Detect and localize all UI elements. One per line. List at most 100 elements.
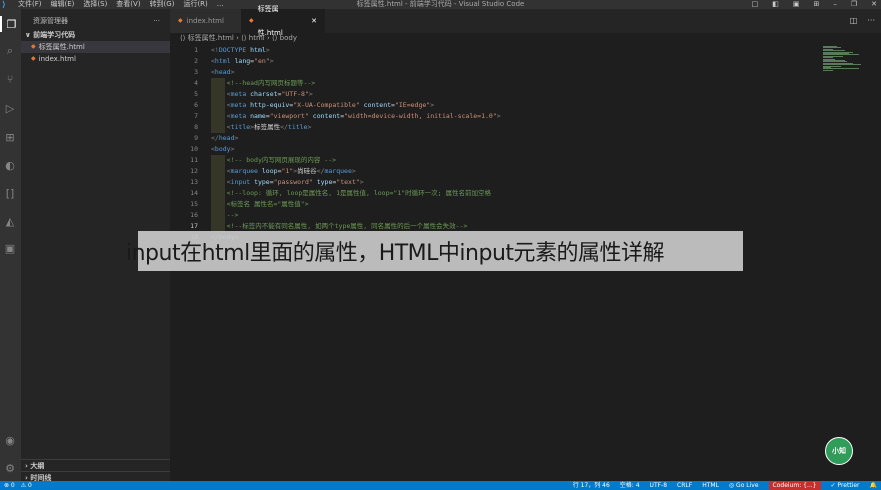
code-line[interactable]: 6 <meta http-equiv="X-UA-Compatible" con…: [170, 100, 830, 111]
status-item-8[interactable]: 🔔: [870, 481, 877, 490]
code-line[interactable]: 14 <!--loop: 循环, loop是属性名, 1是属性值, loop="…: [170, 188, 830, 199]
status-item-0[interactable]: 行 17，列 46: [573, 481, 610, 490]
window-control-2[interactable]: ▣: [793, 0, 800, 9]
window-control-1[interactable]: ◧: [772, 0, 779, 9]
html-file-icon: ◆: [31, 43, 36, 50]
code-token: >: [265, 46, 270, 54]
line-number: 10: [190, 145, 198, 153]
status-item-7[interactable]: ✓ Prettier: [831, 481, 860, 490]
line-number: 15: [190, 200, 198, 208]
search-icon[interactable]: ⌕: [2, 43, 18, 59]
code-line[interactable]: 16 -->: [170, 210, 830, 221]
status-right: 行 17，列 46 空格: 4 UTF-8 CRLF HTML ◎ Go Live Code…: [573, 481, 877, 490]
line-number: 16: [190, 211, 198, 219]
window-controls: □ ◧ ▣ ⊞ – ❐ ✕: [752, 0, 877, 9]
code-text: <!-- body内写网页展现的内容 -->: [211, 155, 336, 166]
mascot-avatar[interactable]: 小知: [825, 437, 853, 465]
docker-icon[interactable]: ◭: [2, 213, 18, 229]
code-token: <标签名 属性名="属性值">: [211, 200, 309, 208]
run-debug-icon[interactable]: ▷: [2, 100, 18, 116]
code-text: <meta name="viewport" content="width=dev…: [211, 111, 501, 122]
code-line[interactable]: 2 <html lang="en">: [170, 56, 830, 67]
breadcrumb[interactable]: ⟨⟩ 标签属性.html › ⟨⟩ html › ⟨⟩ body: [170, 33, 881, 44]
status-item-3[interactable]: CRLF: [677, 481, 692, 490]
status-item-6[interactable]: Codeium: {...}: [768, 481, 821, 490]
more-icon[interactable]: ···: [867, 9, 875, 33]
close-icon[interactable]: ✕: [311, 9, 317, 33]
code-text: <!--head内写网页标题等-->: [211, 78, 316, 89]
window-control-3[interactable]: ⊞: [813, 0, 819, 9]
edge-icon[interactable]: ◐: [2, 157, 18, 173]
line-number: 11: [190, 156, 198, 164]
line-number: 2: [194, 57, 198, 65]
split-editor-icon[interactable]: ◫: [850, 9, 858, 33]
window-control-5[interactable]: ❐: [851, 0, 857, 9]
status-problems-0[interactable]: ⊗ 0: [4, 481, 15, 490]
line-number: 1: [194, 46, 198, 54]
window-title: 标签属性.html - 前端学习代码 - Visual Studio Code: [356, 0, 525, 8]
terminal-icon[interactable]: ▣: [2, 240, 18, 256]
source-control-icon[interactable]: ⑂: [2, 71, 18, 87]
line-number: 13: [190, 178, 198, 186]
window-control-4[interactable]: –: [833, 0, 837, 9]
explorer-icon[interactable]: ❐: [0, 16, 21, 32]
code-token: >: [307, 123, 312, 131]
code-token: <!: [211, 46, 219, 54]
code-line[interactable]: 7 <meta name="viewport" content="width=d…: [170, 111, 830, 122]
code-token: content: [359, 101, 392, 109]
tab-tag-attributes[interactable]: ◆ 标签属性.html ✕: [241, 5, 325, 37]
code-line[interactable]: 11 <!-- body内写网页展现的内容 -->: [170, 155, 830, 166]
more-actions-button[interactable]: ···: [153, 9, 160, 33]
code-token: marquee: [230, 167, 258, 175]
code-token: "width=device-width, initial-scale=1.0": [344, 112, 497, 120]
code-line[interactable]: 15 <标签名 属性名="属性值">: [170, 199, 830, 210]
code-token: http-equiv: [246, 101, 290, 109]
code-line[interactable]: 5 <meta charset="UTF-8">: [170, 89, 830, 100]
window-control-0[interactable]: □: [752, 0, 759, 9]
code-line[interactable]: 9 </head>: [170, 133, 830, 144]
file-item-index[interactable]: ◆ index.html: [21, 53, 170, 65]
code-token: <!-- body内写网页展现的内容 -->: [211, 156, 337, 164]
file-item-tag-attributes[interactable]: ◆ 标签属性.html: [21, 41, 170, 53]
activity-bar: ❐ ⌕ ⑂ ▷ ⊞ ◐ [] ◭ ▣ ◉ ⚙: [0, 9, 21, 481]
window-control-6[interactable]: ✕: [871, 0, 877, 9]
code-token: >: [230, 68, 235, 76]
code-text: <meta charset="UTF-8">: [211, 89, 313, 100]
account-icon[interactable]: ◉: [2, 432, 18, 448]
code-line[interactable]: 12 <marquee loop="1">尚硅谷</marquee>: [170, 166, 830, 177]
tab-index[interactable]: ◆ index.html: [170, 9, 241, 33]
code-line[interactable]: 1 <!DOCTYPE html>: [170, 45, 830, 56]
code-line[interactable]: 3 <head>: [170, 67, 830, 78]
code-token: </: [211, 134, 219, 142]
code-line[interactable]: 13 <input type="password" type="text">: [170, 177, 830, 188]
code-line[interactable]: 10 <body>: [170, 144, 830, 155]
status-item-4[interactable]: HTML: [702, 481, 719, 490]
status-item-2[interactable]: UTF-8: [650, 481, 668, 490]
code-token: "text": [336, 178, 360, 186]
line-number: 5: [194, 90, 198, 98]
code-token: </: [280, 123, 288, 131]
explorer-header: 资源管理器 ···: [21, 9, 170, 33]
gear-icon[interactable]: ⚙: [2, 460, 18, 476]
code-token: "viewport": [269, 112, 309, 120]
code-token: <!--标签内不能有同名属性, 如两个type属性, 同名属性的后一个属性会失效…: [211, 222, 468, 230]
code-line[interactable]: 8 <title>标签属性</title>: [170, 122, 830, 133]
code-token: "password": [273, 178, 313, 186]
line-number: 3: [194, 68, 198, 76]
code-token: title: [287, 123, 308, 131]
status-item-1[interactable]: 空格: 4: [620, 481, 640, 490]
code-text: </head>: [211, 133, 238, 144]
line-number: 14: [190, 189, 198, 197]
code-token: DOCTYPE: [218, 46, 247, 54]
code-line[interactable]: 4 <!--head内写网页标题等-->: [170, 78, 830, 89]
extensions-icon[interactable]: ⊞: [2, 129, 18, 145]
code-token: >: [269, 57, 274, 65]
bracket-icon[interactable]: []: [2, 185, 18, 201]
line-number: 8: [194, 123, 198, 131]
code-text: <meta http-equiv="X-UA-Compatible" conte…: [211, 100, 434, 111]
status-item-5[interactable]: ◎ Go Live: [729, 481, 759, 490]
status-problems-1[interactable]: ⚠ 0: [21, 481, 32, 490]
